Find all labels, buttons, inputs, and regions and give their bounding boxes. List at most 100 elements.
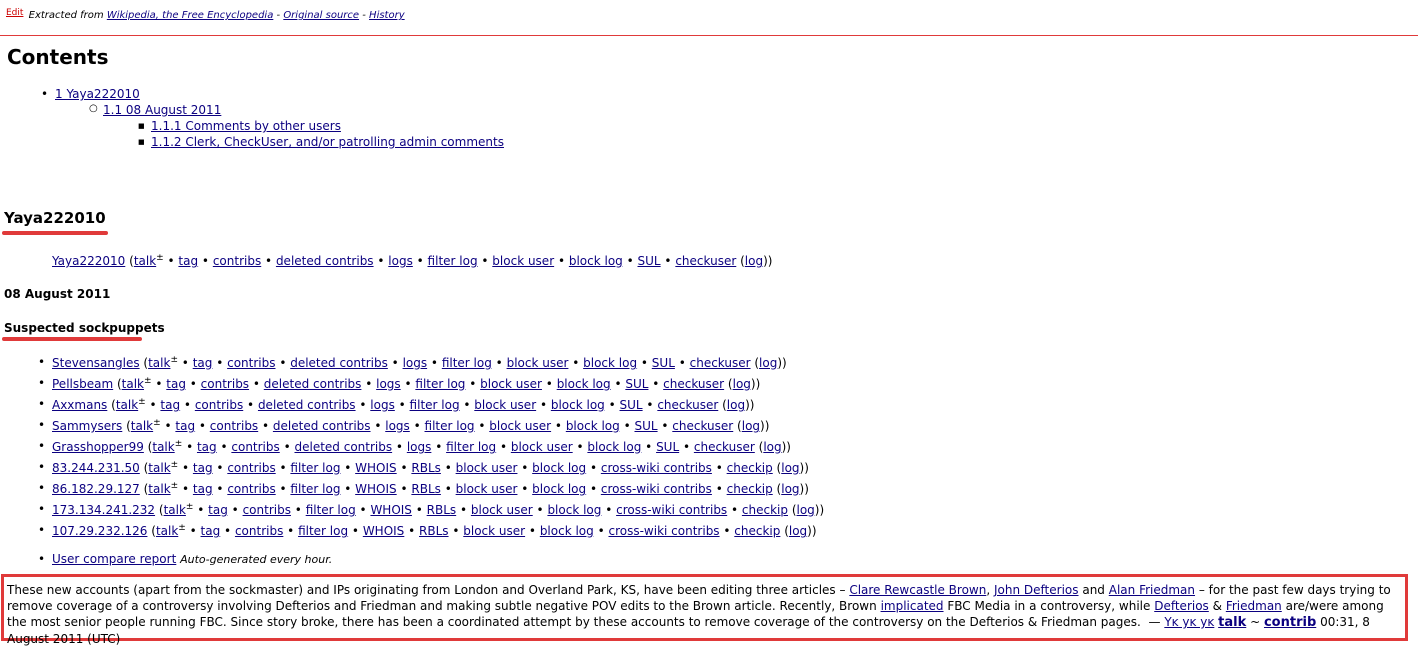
deleted-contribs-link[interactable]: deleted contribs <box>276 254 374 268</box>
talk-link[interactable]: talk <box>152 440 174 454</box>
log-link[interactable]: log <box>745 254 763 268</box>
sockpuppet-account-link[interactable]: 173.134.241.232 <box>52 503 155 517</box>
contribs-link[interactable]: contribs <box>227 356 275 370</box>
log-link[interactable]: log <box>781 461 799 475</box>
sockpuppet-account-link[interactable]: Pellsbeam <box>52 377 113 391</box>
sockpuppet-account-link[interactable]: Sammysers <box>52 419 122 433</box>
signature-user-link[interactable]: Yĸ yĸ yĸ <box>1164 615 1214 629</box>
block-log-link[interactable]: block log <box>532 461 586 475</box>
checkip-link[interactable]: checkip <box>727 461 773 475</box>
toc-link-1[interactable]: 1 Yaya222010 <box>55 87 140 101</box>
sockpuppet-account-link[interactable]: Axxmans <box>52 398 107 412</box>
talk-link[interactable]: talk <box>134 254 156 268</box>
contribs-link[interactable]: contribs <box>227 461 275 475</box>
whois-link[interactable]: WHOIS <box>355 482 397 496</box>
tag-link[interactable]: tag <box>201 524 221 538</box>
checkuser-link[interactable]: checkuser <box>672 419 733 433</box>
toc-link-1-1-1[interactable]: 1.1.1 Comments by other users <box>151 119 341 133</box>
block-user-link[interactable]: block user <box>480 377 542 391</box>
tag-link[interactable]: tag <box>193 461 213 475</box>
block-log-link[interactable]: block log <box>540 524 594 538</box>
contribs-link[interactable]: contribs <box>210 419 258 433</box>
article-link[interactable]: Clare Rewcastle Brown <box>849 583 986 597</box>
talk-link[interactable]: talk <box>116 398 138 412</box>
tag-link[interactable]: tag <box>193 482 213 496</box>
filter-log-link[interactable]: filter log <box>442 356 492 370</box>
toc-link-1-1-2[interactable]: 1.1.2 Clerk, CheckUser, and/or patrollin… <box>151 135 504 149</box>
checkuser-link[interactable]: checkuser <box>694 440 755 454</box>
log-link[interactable]: log <box>733 377 751 391</box>
talk-link[interactable]: talk <box>148 482 170 496</box>
sockpuppet-account-link[interactable]: Grasshopper99 <box>52 440 144 454</box>
block-user-link[interactable]: block user <box>507 356 569 370</box>
log-link[interactable]: log <box>727 398 745 412</box>
block-log-link[interactable]: block log <box>551 398 605 412</box>
tag-link[interactable]: tag <box>208 503 228 517</box>
sockpuppet-account-link[interactable]: 107.29.232.126 <box>52 524 147 538</box>
block-log-link[interactable]: block log <box>557 377 611 391</box>
plus-minus-icon[interactable]: ± <box>153 418 161 428</box>
block-log-link[interactable]: block log <box>569 254 623 268</box>
block-log-link[interactable]: block log <box>566 419 620 433</box>
checkip-link[interactable]: checkip <box>734 524 780 538</box>
toc-link-1-1[interactable]: 1.1 08 August 2011 <box>103 103 221 117</box>
plus-minus-icon[interactable]: ± <box>171 460 179 470</box>
log-link[interactable]: log <box>781 482 799 496</box>
user-compare-report-link[interactable]: User compare report <box>52 552 176 566</box>
log-link[interactable]: log <box>789 524 807 538</box>
logs-link[interactable]: logs <box>376 377 401 391</box>
contribs-link[interactable]: contribs <box>243 503 291 517</box>
contribs-link[interactable]: contribs <box>213 254 261 268</box>
deleted-contribs-link[interactable]: deleted contribs <box>290 356 388 370</box>
sockmaster-link[interactable]: Yaya222010 <box>52 254 125 268</box>
logs-link[interactable]: logs <box>407 440 432 454</box>
rbls-link[interactable]: RBLs <box>411 461 441 475</box>
original-source-link[interactable]: Original source <box>283 10 359 21</box>
logs-link[interactable]: logs <box>388 254 413 268</box>
whois-link[interactable]: WHOIS <box>355 461 397 475</box>
block-user-link[interactable]: block user <box>474 398 536 412</box>
sul-link[interactable]: SUL <box>638 254 661 268</box>
sockpuppet-account-link[interactable]: Stevensangles <box>52 356 140 370</box>
plus-minus-icon[interactable]: ± <box>171 481 179 491</box>
plus-minus-icon[interactable]: ± <box>170 355 178 365</box>
talk-link[interactable]: talk <box>148 461 170 475</box>
checkuser-link[interactable]: checkuser <box>657 398 718 412</box>
tag-link[interactable]: tag <box>193 356 213 370</box>
signature-talk-link[interactable]: talk <box>1218 615 1246 630</box>
filter-log-link[interactable]: filter log <box>298 524 348 538</box>
checkuser-link[interactable]: checkuser <box>675 254 736 268</box>
contribs-link[interactable]: contribs <box>231 440 279 454</box>
block-log-link[interactable]: block log <box>547 503 601 517</box>
rbls-link[interactable]: RBLs <box>427 503 457 517</box>
tag-link[interactable]: tag <box>178 254 198 268</box>
article-link[interactable]: Alan Friedman <box>1109 583 1195 597</box>
contribs-link[interactable]: contribs <box>201 377 249 391</box>
cross-wiki-contribs-link[interactable]: cross-wiki contribs <box>601 482 712 496</box>
block-user-link[interactable]: block user <box>456 461 518 475</box>
deleted-contribs-link[interactable]: deleted contribs <box>258 398 356 412</box>
deleted-contribs-link[interactable]: deleted contribs <box>294 440 392 454</box>
tag-link[interactable]: tag <box>175 419 195 433</box>
log-link[interactable]: log <box>759 356 777 370</box>
sul-link[interactable]: SUL <box>634 419 657 433</box>
talk-link[interactable]: talk <box>164 503 186 517</box>
block-log-link[interactable]: block log <box>532 482 586 496</box>
checkip-link[interactable]: checkip <box>742 503 788 517</box>
talk-link[interactable]: talk <box>148 356 170 370</box>
filter-log-link[interactable]: filter log <box>446 440 496 454</box>
sul-link[interactable]: SUL <box>620 398 643 412</box>
sul-link[interactable]: SUL <box>656 440 679 454</box>
cross-wiki-contribs-link[interactable]: cross-wiki contribs <box>601 461 712 475</box>
sul-link[interactable]: SUL <box>625 377 648 391</box>
block-user-link[interactable]: block user <box>492 254 554 268</box>
contribs-link[interactable]: contribs <box>227 482 275 496</box>
contribs-link[interactable]: contribs <box>235 524 283 538</box>
block-user-link[interactable]: block user <box>489 419 551 433</box>
log-link[interactable]: log <box>763 440 781 454</box>
cross-wiki-contribs-link[interactable]: cross-wiki contribs <box>616 503 727 517</box>
rbls-link[interactable]: RBLs <box>411 482 441 496</box>
plus-minus-icon[interactable]: ± <box>144 376 152 386</box>
talk-link[interactable]: talk <box>122 377 144 391</box>
plus-minus-icon[interactable]: ± <box>178 523 186 533</box>
